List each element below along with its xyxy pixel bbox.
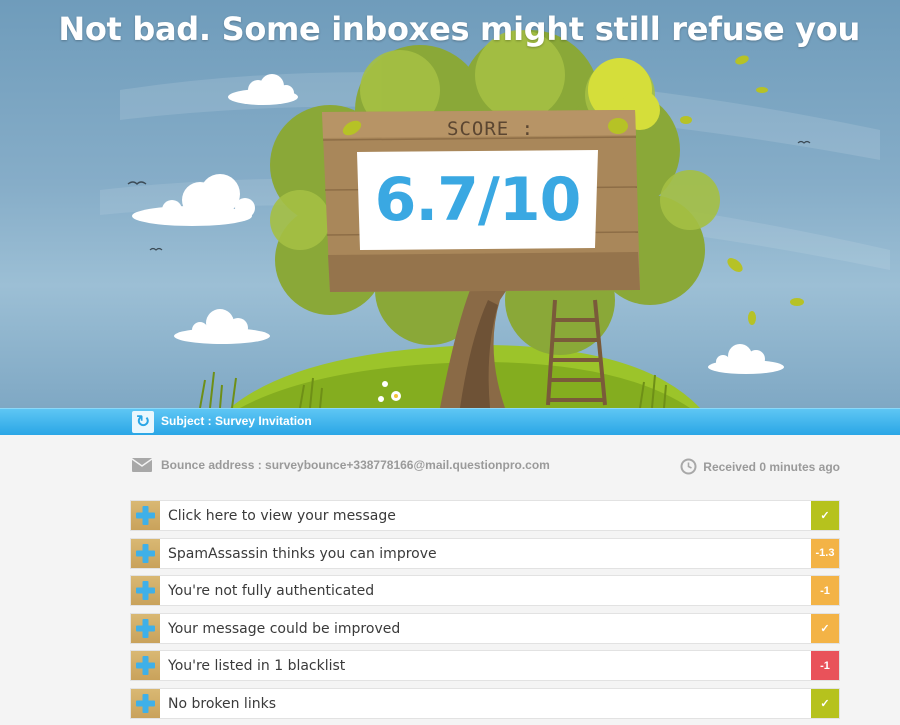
status-badge: ✓ [811, 688, 839, 718]
status-badge: -1 [811, 576, 839, 605]
check-item-message-improvement[interactable]: Your message could be improved ✓ [130, 612, 840, 644]
check-label: You're not fully authenticated [168, 583, 375, 599]
status-badge: -1.3 [811, 538, 839, 568]
check-item-view-message[interactable]: Click here to view your message ✓ [130, 500, 840, 531]
refresh-button[interactable]: ↻ [132, 411, 154, 433]
expand-button[interactable] [131, 613, 160, 643]
check-label: No broken links [168, 695, 276, 712]
status-badge: -1 [811, 651, 839, 680]
subject-bar: ↻ Subject : Survey Invitation [0, 408, 900, 435]
bounce-address: Bounce address : surveybounce+338778166@… [132, 458, 550, 472]
score-hero: Not bad. Some inboxes might still refuse… [0, 0, 900, 408]
score-value: 6.7/10 [374, 165, 582, 235]
expand-button[interactable] [131, 538, 160, 568]
plus-icon [136, 506, 155, 525]
message-info: Bounce address : surveybounce+338778166@… [132, 456, 840, 476]
check-label: Your message could be improved [168, 620, 401, 637]
refresh-icon: ↻ [135, 412, 151, 432]
envelope-icon [132, 458, 152, 472]
check-label: You're listed in 1 blacklist [168, 658, 346, 674]
subject-text: Subject : Survey Invitation [161, 414, 312, 428]
score-label: SCORE : [447, 118, 535, 140]
received-time-text: Received 0 minutes ago [703, 459, 840, 474]
score-headline: Not bad. Some inboxes might still refuse… [58, 10, 860, 48]
plus-icon [136, 543, 155, 563]
check-list: Click here to view your message ✓ SpamAs… [130, 500, 840, 725]
plus-icon [136, 618, 155, 638]
received-time: Received 0 minutes ago [680, 458, 840, 475]
check-label: Click here to view your message [168, 508, 396, 524]
plus-icon [136, 656, 155, 675]
status-badge: ✓ [811, 501, 839, 530]
expand-button[interactable] [131, 576, 160, 605]
check-label: SpamAssassin thinks you can improve [168, 545, 437, 562]
expand-button[interactable] [131, 651, 160, 680]
check-item-authentication[interactable]: You're not fully authenticated -1 [130, 575, 840, 606]
bounce-address-text: Bounce address : surveybounce+338778166@… [161, 458, 550, 472]
plus-icon [136, 581, 155, 600]
check-item-broken-links[interactable]: No broken links ✓ [130, 687, 840, 719]
expand-button[interactable] [131, 501, 160, 530]
expand-button[interactable] [131, 688, 160, 718]
check-item-spamassassin[interactable]: SpamAssassin thinks you can improve -1.3 [130, 537, 840, 569]
check-item-blacklist[interactable]: You're listed in 1 blacklist -1 [130, 650, 840, 681]
status-badge: ✓ [811, 613, 839, 643]
clock-icon [680, 458, 697, 475]
